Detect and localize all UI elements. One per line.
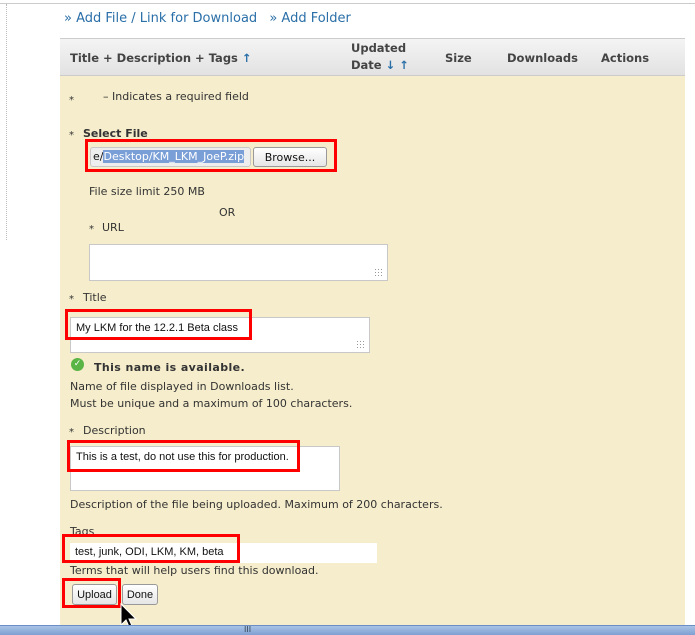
add-file-link[interactable]: » Add File / Link for Download bbox=[64, 11, 257, 26]
done-button[interactable]: Done bbox=[122, 584, 158, 605]
name-available-message: This name is available. bbox=[94, 361, 246, 374]
required-star: * bbox=[69, 427, 74, 438]
required-star: * bbox=[69, 294, 74, 305]
title-help-1: Name of file displayed in Downloads list… bbox=[70, 380, 294, 393]
left-dotted-divider bbox=[6, 4, 7, 240]
col-updated-date-line1[interactable]: Updated bbox=[351, 41, 406, 55]
sort-icons[interactable]: ↓ ↑ bbox=[386, 58, 409, 72]
file-size-limit: File size limit 250 MB bbox=[89, 185, 205, 198]
url-textarea[interactable] bbox=[89, 244, 388, 281]
title-label: Title bbox=[83, 291, 107, 304]
add-folder-link[interactable]: » Add Folder bbox=[269, 11, 351, 26]
resize-grip[interactable]: III bbox=[244, 625, 251, 634]
col-downloads[interactable]: Downloads bbox=[507, 51, 578, 65]
highlight-box bbox=[85, 139, 337, 172]
required-star: * bbox=[89, 224, 94, 235]
description-help: Description of the file being uploaded. … bbox=[70, 498, 443, 511]
required-star: * bbox=[69, 95, 74, 106]
table-header: Title + Description + Tags ↑ Updated Dat… bbox=[60, 38, 685, 77]
action-links: » Add File / Link for Download » Add Fol… bbox=[64, 11, 359, 26]
resize-grip-icon[interactable] bbox=[356, 340, 364, 348]
col-title[interactable]: Title + Description + Tags ↑ bbox=[70, 51, 252, 65]
resize-grip-icon[interactable] bbox=[374, 268, 382, 276]
required-star: * bbox=[69, 130, 74, 141]
col-title-label: Title + Description + Tags bbox=[70, 51, 238, 65]
col-actions: Actions bbox=[601, 51, 650, 65]
highlight-box bbox=[62, 578, 121, 608]
highlight-box bbox=[62, 534, 240, 563]
url-label: URL bbox=[102, 221, 124, 234]
col-size[interactable]: Size bbox=[445, 51, 472, 65]
sort-asc-icon[interactable]: ↑ bbox=[242, 51, 252, 65]
highlight-box bbox=[67, 440, 300, 472]
title-help-2: Must be unique and a maximum of 100 char… bbox=[70, 397, 353, 410]
tags-help: Terms that will help users find this dow… bbox=[70, 564, 319, 577]
col-updated-label: Date bbox=[351, 58, 382, 72]
highlight-box bbox=[65, 309, 252, 340]
top-border bbox=[0, 3, 695, 4]
col-updated-date[interactable]: Date ↓ ↑ bbox=[351, 58, 409, 72]
or-separator: OR bbox=[219, 206, 236, 219]
required-note: – Indicates a required field bbox=[103, 90, 249, 103]
check-circle-icon: ✓ bbox=[71, 358, 84, 371]
description-label: Description bbox=[83, 424, 146, 437]
